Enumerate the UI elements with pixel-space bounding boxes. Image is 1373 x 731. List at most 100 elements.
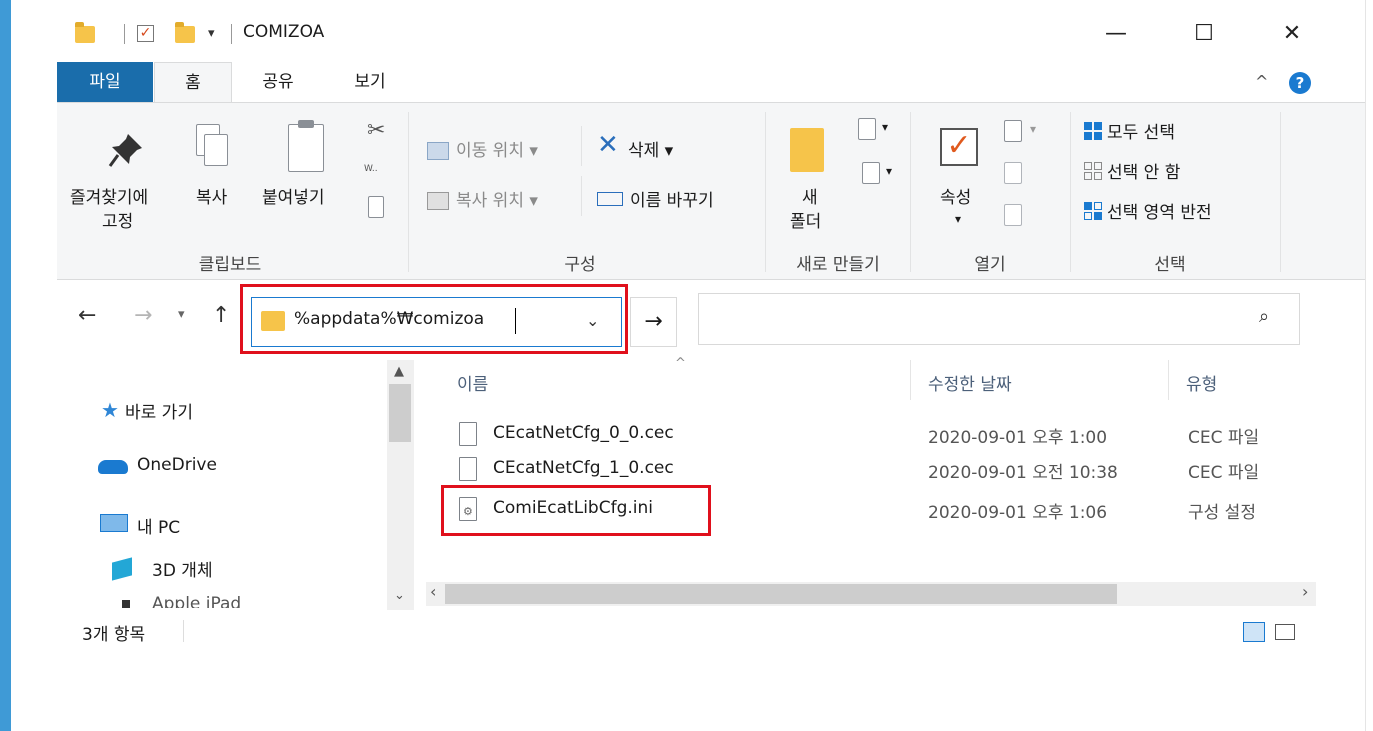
delete-button[interactable]: 삭제 ▾ xyxy=(628,136,673,161)
customize-quick-access-icon[interactable]: ▾ xyxy=(208,26,215,41)
nav-onedrive[interactable]: OneDrive xyxy=(137,455,217,475)
new-folder-button[interactable]: 새 xyxy=(802,183,818,208)
pin-icon xyxy=(106,130,146,170)
star-icon: ★ xyxy=(101,398,119,422)
column-divider[interactable] xyxy=(1168,360,1169,400)
copy-to-label: 복사 위치 xyxy=(456,191,524,211)
rename-button[interactable]: 이름 바꾸기 xyxy=(630,186,714,211)
copy-to-button[interactable]: 복사 위치 ▾ xyxy=(456,186,538,211)
group-divider xyxy=(765,112,766,272)
window-title: COMIZOA xyxy=(243,22,325,42)
dropdown-arrow-icon: ▾ xyxy=(886,164,893,178)
divider xyxy=(231,24,232,44)
group-divider xyxy=(1070,112,1071,272)
tab-share[interactable]: 공유 xyxy=(248,62,308,102)
help-icon[interactable]: ? xyxy=(1289,72,1311,94)
close-button[interactable]: ✕ xyxy=(1269,14,1315,54)
tab-view[interactable]: 보기 xyxy=(340,62,400,102)
minimize-button[interactable]: — xyxy=(1093,14,1139,54)
new-folder-quick-icon[interactable] xyxy=(175,22,195,43)
recent-locations-button[interactable]: ▾ xyxy=(178,307,185,322)
nav-quick-access[interactable]: 바로 가기 xyxy=(125,398,193,423)
pin-label-line2: 고정 xyxy=(102,212,134,232)
delete-label: 삭제 xyxy=(628,141,660,161)
scroll-up-arrow[interactable]: ▲ xyxy=(394,364,404,379)
column-divider[interactable] xyxy=(910,360,911,400)
status-divider xyxy=(183,620,184,642)
organize-group-label: 구성 xyxy=(564,255,596,275)
file-name: CEcatNetCfg_0_0.cec xyxy=(493,423,674,443)
column-type[interactable]: 유형 xyxy=(1186,370,1217,395)
group-divider xyxy=(1280,112,1281,272)
divider xyxy=(581,176,582,216)
title-bar: ✓ ▾ COMIZOA — ☐ ✕ xyxy=(11,0,1365,62)
nav-scrollbar-thumb[interactable] xyxy=(389,384,411,442)
column-date[interactable]: 수정한 날짜 xyxy=(928,370,1012,395)
paste-button[interactable]: 붙여넣기 xyxy=(262,183,325,208)
tab-home[interactable]: 홈 xyxy=(154,62,232,103)
move-to-icon xyxy=(427,142,449,160)
copy-icon-back xyxy=(204,134,228,166)
maximize-button[interactable]: ☐ xyxy=(1181,14,1227,54)
window-border xyxy=(1365,0,1366,731)
paste-shortcut-icon[interactable] xyxy=(368,196,384,218)
rename-icon xyxy=(597,192,623,206)
invert-selection-button[interactable]: 선택 영역 반전 xyxy=(1107,198,1212,223)
select-none-button[interactable]: 선택 안 함 xyxy=(1107,158,1180,183)
file-highlight xyxy=(441,485,711,536)
clipboard-group-label: 클립보드 xyxy=(198,255,262,275)
properties-button[interactable]: 속성 xyxy=(940,183,971,208)
go-button[interactable]: → xyxy=(630,297,677,347)
horizontal-scrollbar-thumb[interactable] xyxy=(445,584,1117,604)
nav-3d-objects[interactable]: 3D 개체 xyxy=(152,556,213,581)
nav-apple-ipad[interactable]: Apple iPad xyxy=(152,594,241,608)
back-button[interactable]: ← xyxy=(78,303,96,328)
details-view-icon[interactable] xyxy=(1243,622,1265,642)
easy-access-icon[interactable] xyxy=(862,162,880,184)
up-button[interactable]: ↑ xyxy=(212,303,230,328)
item-count: 3개 항목 xyxy=(82,625,146,645)
clipboard-clip xyxy=(298,120,314,128)
edit-icon[interactable] xyxy=(1004,162,1022,184)
search-input[interactable] xyxy=(705,304,1249,334)
search-icon[interactable]: ⌕ xyxy=(1259,306,1269,327)
move-to-button[interactable]: 이동 위치 ▾ xyxy=(456,136,538,161)
properties-icon: ✓ xyxy=(940,128,978,166)
search-box[interactable]: ⌕ xyxy=(698,293,1300,345)
group-divider xyxy=(910,112,911,272)
invert-selection-icon xyxy=(1084,202,1102,220)
history-icon[interactable] xyxy=(1004,204,1022,226)
delete-icon: ✕ xyxy=(597,130,619,160)
move-to-label: 이동 위치 xyxy=(456,141,524,161)
cut-icon[interactable]: ✂ xyxy=(367,118,385,143)
scroll-left-arrow[interactable]: ‹ xyxy=(430,582,436,601)
forward-button[interactable]: → xyxy=(134,303,152,328)
select-none-icon xyxy=(1084,162,1102,180)
folder-icon xyxy=(75,22,95,43)
new-item-icon[interactable] xyxy=(858,118,876,140)
copy-path-icon[interactable]: W.. xyxy=(364,164,388,178)
copy-to-icon xyxy=(427,192,449,210)
select-all-button[interactable]: 모두 선택 xyxy=(1107,118,1175,143)
tab-file[interactable]: 파일 xyxy=(57,62,153,102)
divider xyxy=(581,126,582,166)
scroll-right-arrow[interactable]: › xyxy=(1302,582,1308,601)
cube-icon xyxy=(112,557,132,581)
properties-quick-icon[interactable]: ✓ xyxy=(137,25,154,42)
file-type: CEC 파일 xyxy=(1188,463,1260,483)
dropdown-arrow-icon: ▾ xyxy=(955,212,962,226)
new-group-label: 새로 만들기 xyxy=(796,255,880,275)
divider xyxy=(124,24,125,44)
paste-icon xyxy=(288,124,324,172)
copy-button[interactable]: 복사 xyxy=(196,183,227,208)
column-name[interactable]: 이름 xyxy=(457,370,488,395)
cloud-icon xyxy=(98,460,128,474)
nav-this-pc[interactable]: 내 PC xyxy=(137,513,180,538)
scroll-down-arrow[interactable]: ⌄ xyxy=(394,588,405,603)
collapse-ribbon-icon[interactable]: ^ xyxy=(1255,72,1268,91)
pin-to-quick-access-button[interactable]: 즐겨찾기에 xyxy=(70,183,148,208)
address-highlight xyxy=(240,284,628,354)
file-type: CEC 파일 xyxy=(1188,428,1260,448)
open-icon[interactable] xyxy=(1004,120,1022,142)
large-icons-view-icon[interactable] xyxy=(1275,624,1295,640)
